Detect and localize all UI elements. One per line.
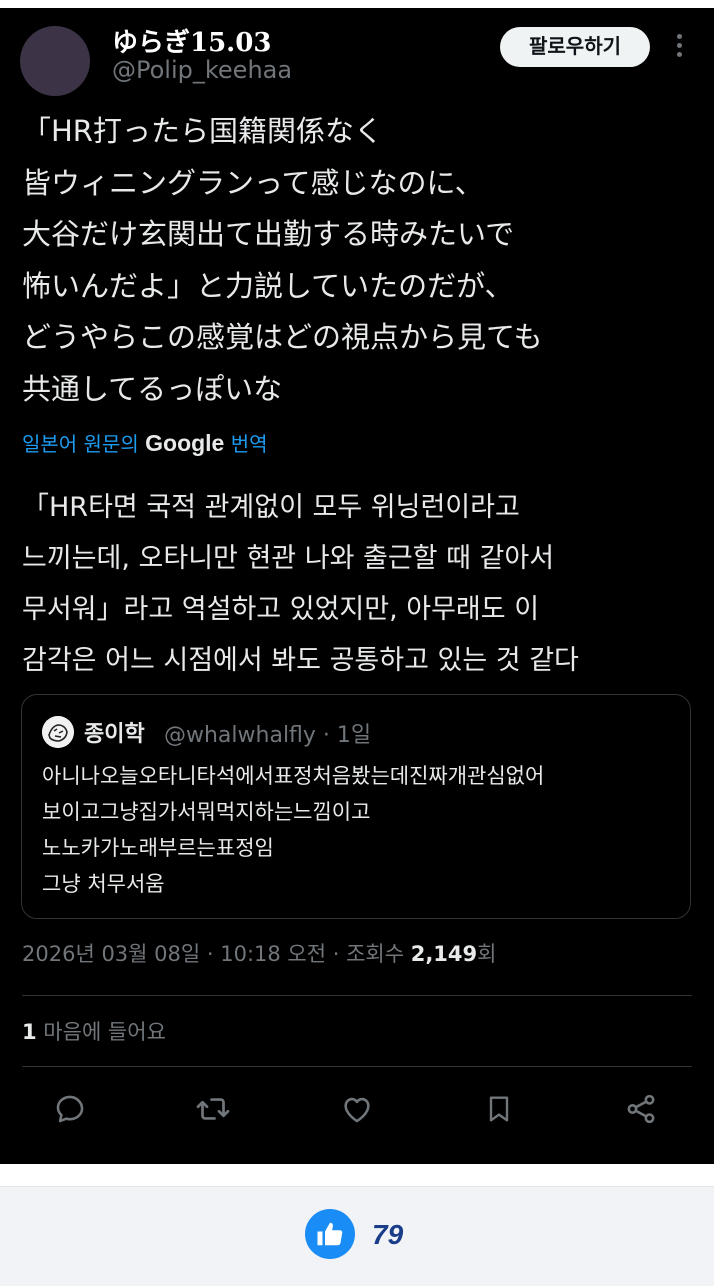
share-icon[interactable] xyxy=(623,1091,659,1127)
display-name[interactable]: ゆらぎ15.03 xyxy=(112,22,271,59)
translation-prefix: 일본어 원문의 xyxy=(22,432,139,456)
bookmark-icon[interactable] xyxy=(481,1091,517,1127)
more-options-icon[interactable] xyxy=(672,34,686,62)
quote-text-line: 노노카가노래부르는표정임 xyxy=(42,836,274,860)
reply-icon[interactable] xyxy=(52,1091,88,1127)
translated-line: 「HR타면 국적 관계없이 모두 위닝런이라고 xyxy=(22,492,520,523)
quote-text: 아니나오늘오타니타석에서표정처음봤는데진짜개관심없어 보이고그냥집가서뭐먹지하는… xyxy=(42,758,682,902)
divider xyxy=(22,995,692,996)
translated-line: 느끼는데, 오타니만 현관 나와 출근할 때 같아서 xyxy=(22,543,555,574)
quote-text-line: 아니나오늘오타니타석에서표정처음봤는데진짜개관심없어 xyxy=(42,764,545,788)
tweet-text-line: 共通してるっぽいな xyxy=(22,371,283,406)
tweet-text-line: 皆ウィニングランって感じなのに、 xyxy=(22,165,484,200)
translation-attribution[interactable]: 일본어 원문의 Google 번역 xyxy=(22,428,268,457)
follow-button[interactable]: 팔로우하기 xyxy=(500,27,650,67)
quoted-tweet[interactable]: 종이학 @whalwhalfly · 1일 아니나오늘오타니타석에서표정처음봤는… xyxy=(21,694,691,919)
tweet-text-line: どうやらこの感覚はどの視点から見ても xyxy=(22,320,543,354)
reaction-bar: 79 xyxy=(0,1186,714,1286)
likes-summary[interactable]: 1 마음에 들어요 xyxy=(22,1016,166,1046)
quote-author-handle: @whalwhalfly · 1일 xyxy=(164,723,372,748)
tweet-text: 「HR打ったら国籍関係なく 皆ウィニングランって感じなのに、 大谷だけ玄関出て出… xyxy=(22,106,702,415)
tweet-text-line: 怖いんだよ」と力説していたのだが、 xyxy=(22,268,514,303)
thumbs-up-icon[interactable] xyxy=(305,1209,355,1259)
timestamp: 2026년 03월 08일 · 10:18 오전 · 조회수 xyxy=(22,942,411,966)
quote-avatar xyxy=(42,716,74,748)
avatar[interactable] xyxy=(20,26,90,96)
divider xyxy=(22,1066,692,1067)
quote-text-line: 그냥 처무서움 xyxy=(42,872,165,896)
view-count-suffix: 회 xyxy=(477,942,497,966)
google-logo: Google xyxy=(145,430,225,456)
like-count: 79 xyxy=(372,1219,404,1250)
tweet-text-line: 「HR打ったら国籍関係なく xyxy=(22,114,383,148)
tweet-text-line: 大谷だけ玄関出て出勤する時みたいで xyxy=(22,217,515,251)
heart-icon[interactable] xyxy=(339,1091,375,1127)
tweet-meta: 2026년 03월 08일 · 10:18 오전 · 조회수 2,149회 xyxy=(22,938,496,968)
translated-line: 무서워」라고 역설하고 있었지만, 아무래도 이 xyxy=(22,594,540,625)
tweet-card: ゆらぎ15.03 @Polip_keehaa 팔로우하기 「HR打ったら国籍関係… xyxy=(0,8,714,1164)
translated-text: 「HR타면 국적 관계없이 모두 위닝런이라고 느끼는데, 오타니만 현관 나와… xyxy=(22,482,702,686)
retweet-icon[interactable] xyxy=(195,1091,231,1127)
translated-line: 감각은 어느 시점에서 봐도 공통하고 있는 것 같다 xyxy=(22,645,579,676)
likes-label: 마음에 들어요 xyxy=(36,1020,166,1044)
user-handle[interactable]: @Polip_keehaa xyxy=(112,56,292,84)
view-count: 2,149 xyxy=(410,942,478,966)
quote-text-line: 보이고그냥집가서뭐먹지하는느낌이고 xyxy=(42,800,371,824)
translation-suffix: 번역 xyxy=(230,432,268,456)
quote-author-name: 종이학 xyxy=(84,722,145,747)
likes-count: 1 xyxy=(22,1020,37,1044)
